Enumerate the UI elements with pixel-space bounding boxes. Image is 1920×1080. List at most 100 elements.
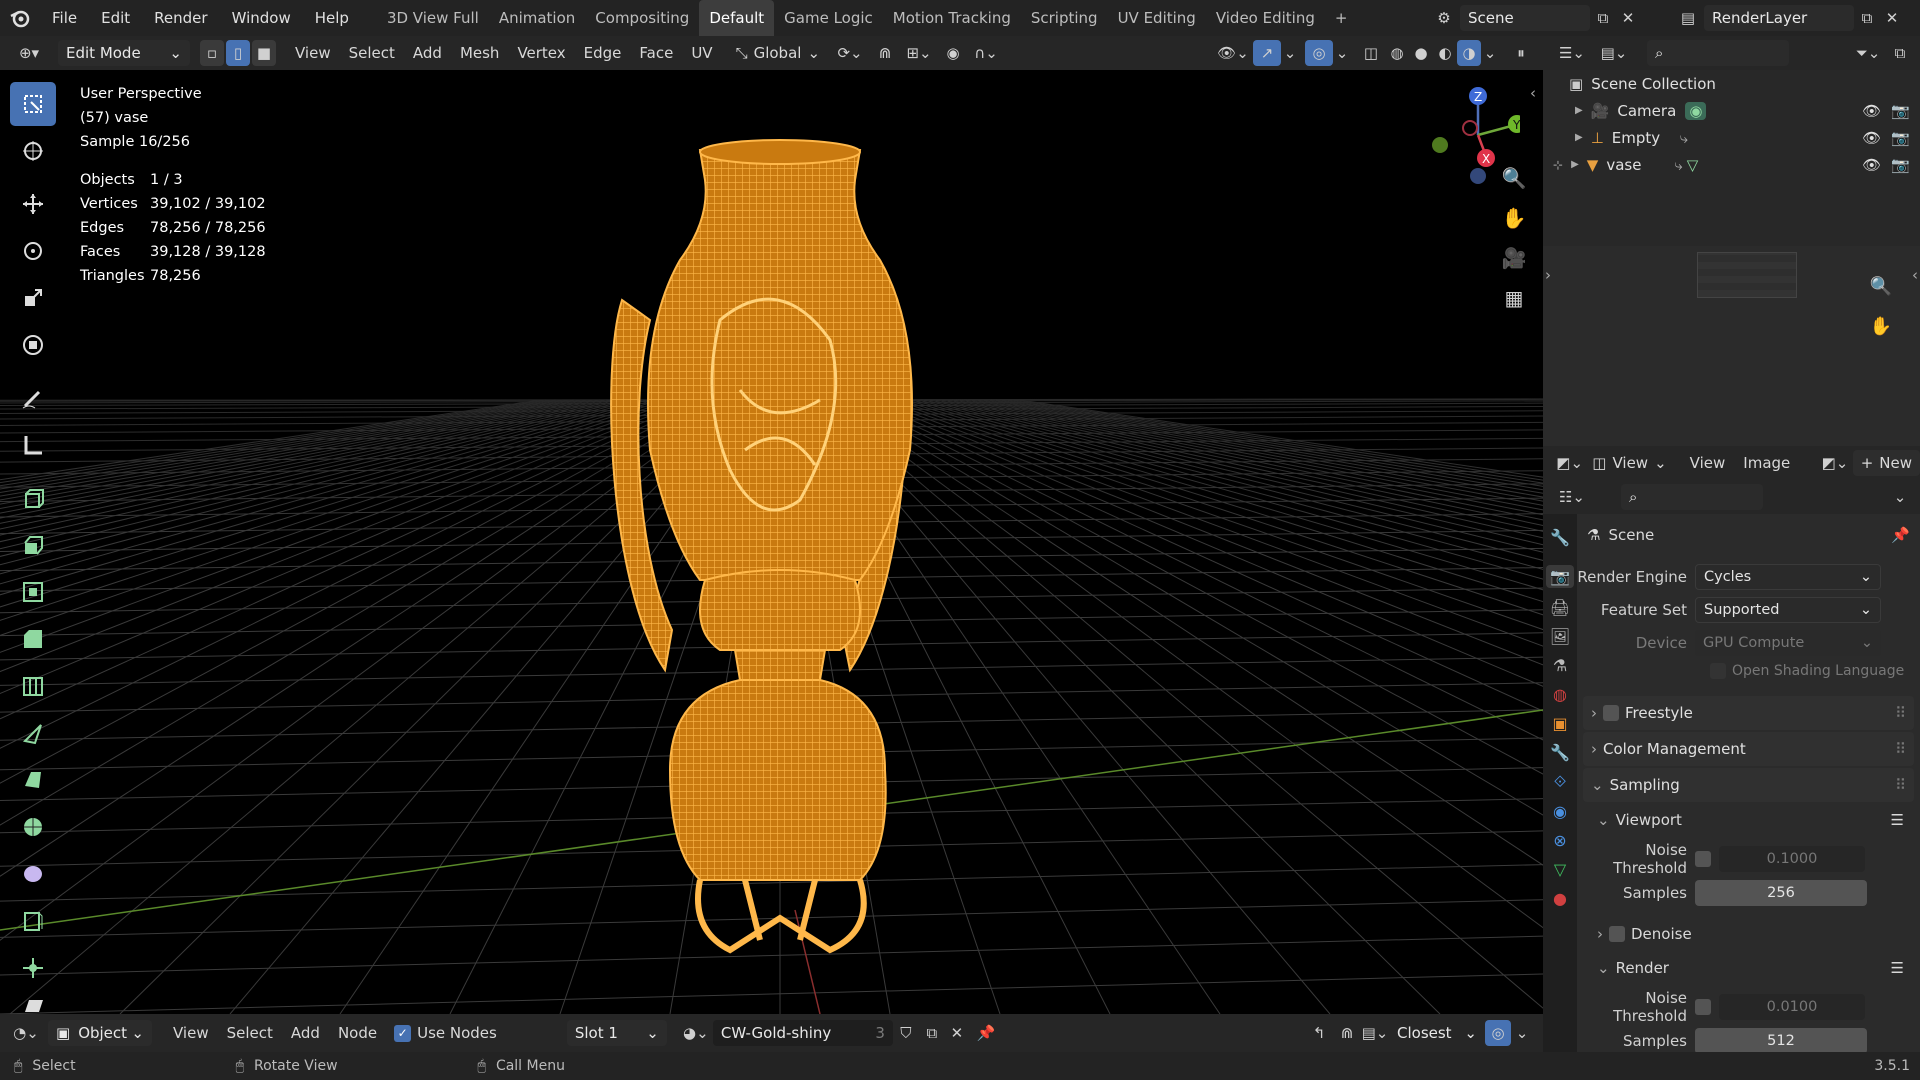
pin-icon[interactable]: 📌: [969, 1020, 1003, 1046]
eye-icon[interactable]: 👁: [1862, 129, 1881, 147]
gizmo-neg-z[interactable]: [1470, 168, 1486, 184]
menu-add[interactable]: Add: [404, 44, 451, 62]
view-layer-tab-icon[interactable]: 🖼: [1550, 627, 1570, 646]
constraints-tab-icon[interactable]: ⊗: [1553, 831, 1566, 850]
eye-icon[interactable]: 👁: [1862, 156, 1881, 174]
unlink-material-icon[interactable]: ✕: [945, 1020, 969, 1046]
ortho-toggle-icon[interactable]: ▦: [1494, 278, 1534, 318]
snap-target-dropdown[interactable]: Closest ⌄: [1389, 1020, 1485, 1046]
outliner-search-input[interactable]: ⌕: [1647, 40, 1789, 66]
output-tab-icon[interactable]: 🖨: [1550, 598, 1570, 617]
shading-dropdown-icon[interactable]: ⌄: [1481, 40, 1499, 66]
drag-handle-icon[interactable]: ⠿: [1895, 704, 1906, 722]
gizmo-neg-y[interactable]: [1432, 137, 1448, 153]
menu-select[interactable]: Select: [218, 1024, 282, 1042]
disclosure-triangle-icon[interactable]: ▶: [1571, 159, 1579, 170]
noise-threshold-field[interactable]: 0.0100: [1719, 994, 1865, 1020]
scale-icon[interactable]: [10, 276, 56, 320]
menu-mesh[interactable]: Mesh: [451, 44, 509, 62]
annotate-icon[interactable]: [10, 376, 56, 420]
extrude-icon[interactable]: [10, 523, 56, 567]
tab-compositing[interactable]: Compositing: [585, 0, 699, 36]
shrink-fatten-icon[interactable]: [10, 946, 56, 990]
disclosure-triangle-icon[interactable]: ▶: [1575, 105, 1583, 116]
rendered-shading-icon[interactable]: ◑: [1457, 40, 1481, 66]
noise-threshold-field[interactable]: 0.1000: [1719, 846, 1865, 872]
panel-color-management[interactable]: › Color Management ⠿: [1583, 732, 1914, 766]
noise-threshold-checkbox[interactable]: [1695, 999, 1711, 1015]
tab-game-logic[interactable]: Game Logic: [774, 0, 883, 36]
visibility-icon[interactable]: 👁⌄: [1213, 40, 1253, 66]
image-browse-icon[interactable]: ◩⌄: [1817, 450, 1852, 476]
modifier-tab-icon[interactable]: 🔧: [1550, 743, 1570, 762]
edge-select-icon[interactable]: ▯: [226, 40, 250, 66]
subpanel-render[interactable]: ⌄ Render ☰: [1597, 952, 1914, 984]
tool-tab-icon[interactable]: 🔧: [1550, 528, 1570, 547]
properties-search-input[interactable]: ⌕: [1621, 484, 1763, 510]
menu-edge[interactable]: Edge: [575, 44, 631, 62]
outliner-item-vase[interactable]: ⊹ ▶ ▼ vase ⤷ ▽ 👁 📷: [1543, 151, 1920, 178]
tab-motion-tracking[interactable]: Motion Tracking: [883, 0, 1021, 36]
presets-icon[interactable]: ☰: [1891, 811, 1904, 829]
subpanel-viewport[interactable]: ⌄ Viewport ☰: [1597, 804, 1914, 836]
face-select-icon[interactable]: ■: [252, 40, 276, 66]
transform-icon[interactable]: [10, 323, 56, 367]
gizmo-toggle-icon[interactable]: ↗: [1253, 40, 1281, 66]
tab-default[interactable]: Default: [699, 0, 775, 36]
pivot-point-icon[interactable]: ⟳⌄: [830, 40, 870, 66]
select-box-icon[interactable]: [10, 82, 56, 126]
add-workspace-icon[interactable]: +: [1325, 0, 1358, 36]
display-mode-icon[interactable]: ▤⌄: [1593, 40, 1635, 66]
zoom-icon[interactable]: 🔍: [1494, 158, 1534, 198]
shader-type-dropdown[interactable]: ▣ Object ⌄: [48, 1020, 152, 1046]
bevel-icon[interactable]: [10, 617, 56, 661]
fake-user-shield-icon[interactable]: ⛉: [893, 1020, 919, 1046]
editor-type-icon[interactable]: ☷⌄: [1551, 484, 1593, 510]
menu-add[interactable]: Add: [282, 1024, 329, 1042]
subpanel-denoise[interactable]: › Denoise: [1597, 918, 1914, 950]
overlay-dropdown-icon[interactable]: ⌄: [1511, 1020, 1533, 1046]
options-dropdown-icon[interactable]: ⌄: [1888, 484, 1912, 510]
inset-icon[interactable]: [10, 570, 56, 614]
mode-dropdown[interactable]: Edit Mode ⌄: [58, 40, 190, 66]
snap-icon[interactable]: ⋒: [1333, 1020, 1361, 1046]
render-tab-icon[interactable]: 📷: [1546, 565, 1574, 588]
world-tab-icon[interactable]: ◍: [1553, 685, 1567, 704]
object-tab-icon[interactable]: ▣: [1552, 714, 1567, 733]
panel-sampling[interactable]: ⌄ Sampling ⠿: [1583, 768, 1914, 802]
new-collection-icon[interactable]: ⧉: [1886, 40, 1914, 66]
scene-browse-icon[interactable]: ⚙: [1428, 5, 1460, 31]
pan-hand-icon[interactable]: ✋: [1494, 198, 1534, 238]
menu-view[interactable]: View: [1681, 454, 1735, 472]
pause-render-icon[interactable]: ⏸: [1507, 40, 1535, 66]
render-camera-icon[interactable]: 📷: [1891, 102, 1910, 120]
view-layer-field[interactable]: RenderLayer: [1704, 5, 1854, 31]
view-layer-new-icon[interactable]: ⧉: [1854, 5, 1880, 31]
snap-icon[interactable]: ⋒: [870, 40, 900, 66]
menu-node[interactable]: Node: [329, 1024, 386, 1042]
slot-dropdown[interactable]: Slot 1 ⌄: [566, 1020, 667, 1046]
render-camera-icon[interactable]: 📷: [1891, 129, 1910, 147]
parent-node-icon[interactable]: ↰: [1305, 1020, 1333, 1046]
disclosure-triangle-icon[interactable]: ▶: [1575, 132, 1583, 143]
menu-file[interactable]: File: [40, 0, 89, 36]
editor-type-icon[interactable]: ◔⌄: [4, 1020, 48, 1046]
panel-freestyle[interactable]: › Freestyle ⠿: [1583, 696, 1914, 730]
freestyle-checkbox[interactable]: [1603, 705, 1619, 721]
new-image-button[interactable]: + New: [1852, 450, 1920, 476]
eye-icon[interactable]: 👁: [1862, 102, 1881, 120]
device-dropdown[interactable]: GPU Compute ⌄: [1695, 630, 1881, 656]
tab-video-editing[interactable]: Video Editing: [1206, 0, 1325, 36]
overlay-toggle-icon[interactable]: ◎: [1485, 1020, 1511, 1046]
edge-slide-icon[interactable]: [10, 899, 56, 943]
editor-type-icon[interactable]: ◩⌄: [1551, 450, 1588, 476]
particles-tab-icon[interactable]: ⟐: [1554, 772, 1567, 792]
material-shading-icon[interactable]: ◐: [1433, 40, 1457, 66]
pin-icon[interactable]: 📌: [1891, 526, 1910, 544]
wireframe-shading-icon[interactable]: ◍: [1385, 40, 1409, 66]
xray-icon[interactable]: ◫: [1357, 40, 1385, 66]
rotate-icon[interactable]: [10, 229, 56, 273]
orientation-dropdown[interactable]: ⤡ Global ⌄: [736, 44, 820, 62]
osl-row[interactable]: Open Shading Language: [1577, 658, 1920, 684]
overlay-dropdown-icon[interactable]: ⌄: [1333, 40, 1351, 66]
